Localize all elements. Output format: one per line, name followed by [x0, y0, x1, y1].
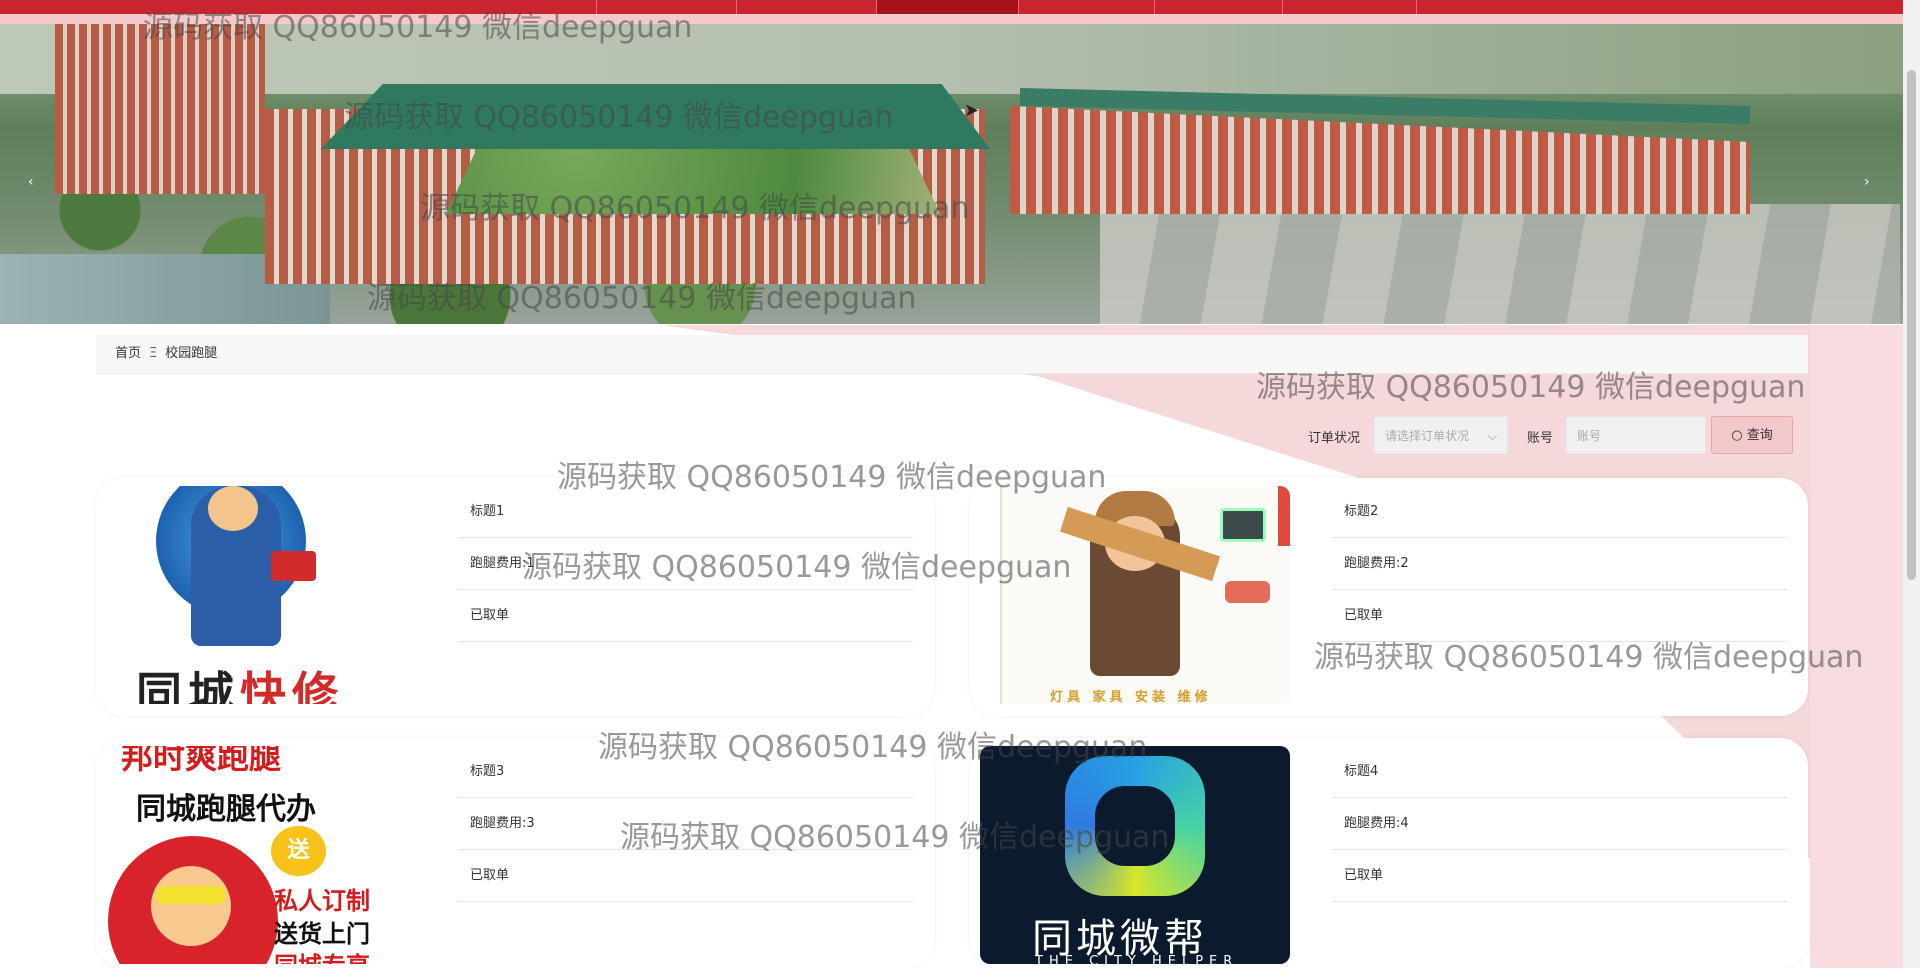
- image-shape: [151, 866, 231, 946]
- image-shape: [208, 486, 258, 531]
- card-fee: 跑腿费用:1: [458, 538, 913, 590]
- card-status: 已取单: [458, 590, 913, 642]
- card-title[interactable]: 标题4: [1332, 746, 1787, 798]
- card-image[interactable]: 同城快修: [96, 486, 406, 704]
- card-image[interactable]: 邦时爽跑腿 同城跑腿代办 送 私人订制 送货上门 同城专享: [96, 746, 406, 964]
- nav-item[interactable]: [596, 0, 597, 14]
- image-text: 同城专享: [274, 946, 370, 964]
- breadcrumb: 首页 Ξ 校园跑腿: [96, 335, 1808, 374]
- nav-item-active[interactable]: [876, 0, 1019, 14]
- nav-underline: [0, 14, 1920, 24]
- card-info: 标题3 跑腿费用:3 已取单: [458, 746, 913, 902]
- nav-item[interactable]: [736, 0, 877, 14]
- image-text-plain: 同城: [136, 667, 240, 704]
- card-title[interactable]: 标题3: [458, 746, 913, 798]
- errand-card[interactable]: 邦时爽跑腿 同城跑腿代办 送 私人订制 送货上门 同城专享 标题3 跑腿费用:3…: [96, 738, 934, 968]
- errand-card[interactable]: 同城快修 标题1 跑腿费用:1 已取单: [96, 478, 934, 716]
- image-caption: 灯具 家具 安装 维修: [1050, 690, 1212, 704]
- banner-roof: [320, 84, 990, 149]
- image-text-accent: 快修: [240, 667, 344, 704]
- query-button[interactable]: ○ 查询: [1711, 416, 1793, 454]
- nav-item[interactable]: [1154, 0, 1155, 14]
- order-status-select[interactable]: 请选择订单状况 ⌵: [1374, 416, 1508, 454]
- nav-item[interactable]: [1018, 0, 1019, 14]
- banner-carousel[interactable]: ‹ ›: [0, 24, 1903, 324]
- card-title[interactable]: 标题2: [1332, 486, 1787, 538]
- image-badge: 送: [271, 826, 326, 876]
- banner-building: [55, 24, 265, 194]
- top-nav: [0, 0, 1920, 14]
- image-shape: [1278, 486, 1290, 546]
- card-title[interactable]: 标题1: [458, 486, 913, 538]
- card-status: 已取单: [458, 850, 913, 902]
- account-input[interactable]: 账号: [1566, 416, 1706, 454]
- banner-buildings-grey: [1100, 204, 1900, 324]
- card-status: 已取单: [1332, 850, 1787, 902]
- account-placeholder: 账号: [1577, 429, 1602, 443]
- card-status: 已取单: [1332, 590, 1787, 642]
- image-shape: [980, 486, 1002, 704]
- card-fee: 跑腿费用:4: [1332, 798, 1787, 850]
- search-icon: ○: [1731, 428, 1743, 443]
- errand-card[interactable]: 同城微帮 THE CITY HELPER 标题4 跑腿费用:4 已取单: [970, 738, 1808, 968]
- card-fee: 跑腿费用:2: [1332, 538, 1787, 590]
- card-info: 标题1 跑腿费用:1 已取单: [458, 486, 913, 642]
- breadcrumb-current: 校园跑腿: [165, 346, 218, 361]
- image-shape: [271, 551, 316, 581]
- image-shape: [1225, 581, 1270, 603]
- chevron-right-icon[interactable]: ›: [1864, 174, 1878, 190]
- card-info: 标题4 跑腿费用:4 已取单: [1332, 746, 1787, 902]
- scrollbar-thumb[interactable]: [1907, 70, 1916, 580]
- image-text: 邦时爽跑腿: [121, 746, 282, 776]
- image-text: 同城跑腿代办: [136, 792, 316, 827]
- image-text: 送货上门: [274, 920, 370, 948]
- breadcrumb-home[interactable]: 首页: [115, 346, 141, 361]
- chevron-left-icon[interactable]: ‹: [28, 174, 42, 190]
- city-helper-logo: [1065, 756, 1205, 896]
- order-status-label: 订单状况: [1308, 431, 1361, 446]
- image-text: 私人订制: [274, 887, 370, 915]
- chevron-down-icon: ⌵: [1487, 429, 1497, 443]
- image-shape: [1220, 508, 1266, 542]
- errand-card[interactable]: 灯具 家具 安装 维修 标题2 跑腿费用:2 已取单: [970, 478, 1808, 716]
- banner-sky: [0, 24, 1903, 94]
- page-scrollbar[interactable]: [1903, 0, 1920, 968]
- card-image[interactable]: 同城微帮 THE CITY HELPER: [980, 746, 1290, 964]
- nav-item[interactable]: [1416, 0, 1417, 14]
- card-info: 标题2 跑腿费用:2 已取单: [1332, 486, 1787, 642]
- card-image[interactable]: 灯具 家具 安装 维修: [980, 486, 1290, 704]
- image-text: THE CITY HELPER: [1035, 954, 1239, 964]
- nav-item[interactable]: [1282, 0, 1283, 14]
- card-fee: 跑腿费用:3: [458, 798, 913, 850]
- query-button-label: 查询: [1746, 428, 1773, 443]
- mouse-cursor-icon: ➤: [964, 100, 980, 121]
- breadcrumb-separator: Ξ: [149, 346, 158, 361]
- order-status-placeholder: 请选择订单状况: [1385, 429, 1470, 443]
- image-shape: [156, 886, 226, 904]
- account-label: 账号: [1527, 431, 1554, 446]
- carousel-indicators[interactable]: [942, 321, 964, 324]
- image-text: 同城快修: [136, 658, 344, 704]
